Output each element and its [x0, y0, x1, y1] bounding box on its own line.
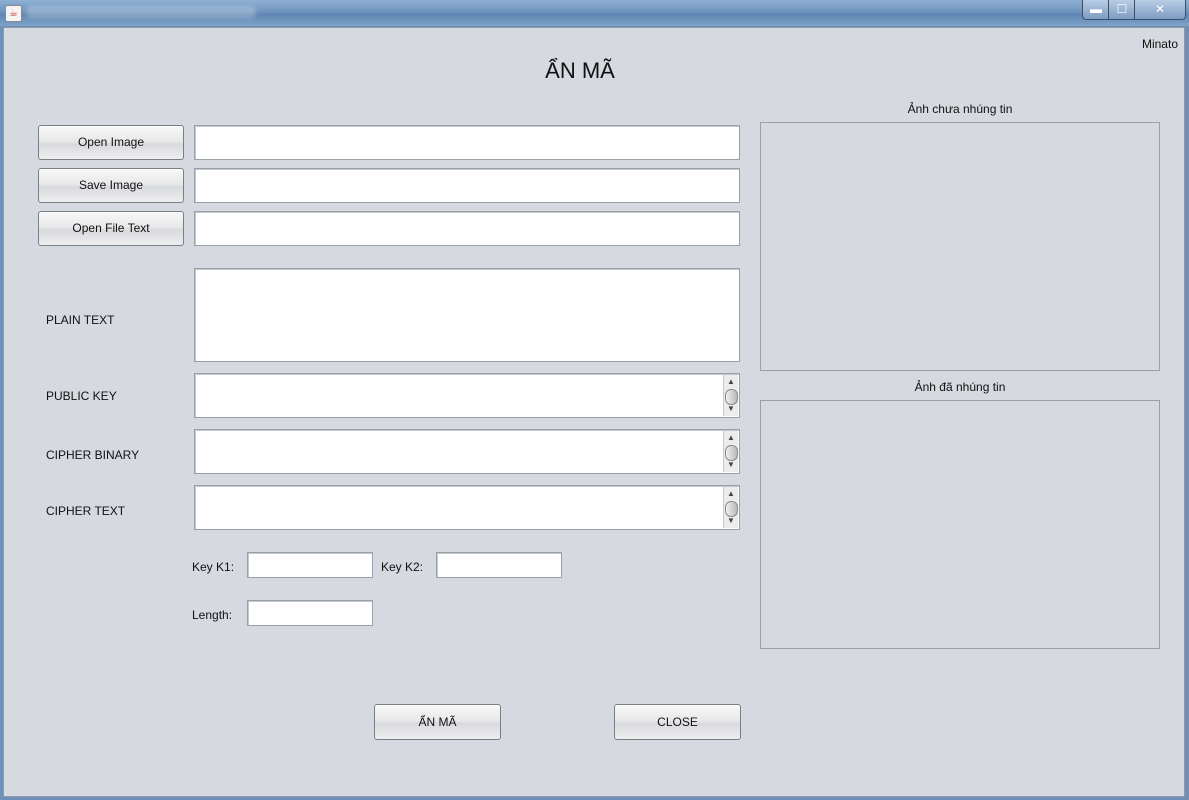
scroll-up-arrow-icon[interactable]: ▲	[724, 432, 738, 444]
key-k1-field[interactable]	[247, 552, 373, 578]
cipher-text-area[interactable]: ▲ ▼	[194, 485, 740, 530]
main-panel: Minato ẨN MÃ Open Image Save Image Open …	[3, 27, 1185, 797]
save-image-button[interactable]: Save Image	[38, 168, 184, 203]
author-label: Minato	[1141, 37, 1178, 51]
open-text-file-button[interactable]: Open File Text	[38, 211, 184, 246]
original-image-panel	[760, 122, 1160, 371]
embedded-image-panel	[760, 400, 1160, 649]
close-button[interactable]: CLOSE	[614, 704, 741, 740]
window-titlebar[interactable]: ☕ ▬ ☐ ✕	[0, 0, 1189, 26]
key-k1-label: Key K1:	[192, 560, 235, 574]
scroll-up-arrow-icon[interactable]: ▲	[724, 376, 738, 388]
cipher-text-scrollbar[interactable]: ▲ ▼	[723, 487, 738, 528]
open-image-path-field[interactable]	[194, 125, 740, 160]
cipher-text-label: CIPHER TEXT	[46, 504, 126, 518]
length-field[interactable]	[247, 600, 373, 626]
hide-code-button[interactable]: ẨN MÃ	[374, 704, 501, 740]
scroll-down-arrow-icon[interactable]: ▼	[724, 403, 738, 415]
public-key-scrollbar[interactable]: ▲ ▼	[723, 375, 738, 416]
minimize-button[interactable]: ▬	[1082, 0, 1110, 20]
cipher-binary-scrollbar[interactable]: ▲ ▼	[723, 431, 738, 472]
plain-text-label: PLAIN TEXT	[46, 313, 115, 327]
close-window-button[interactable]: ✕	[1134, 0, 1186, 20]
save-image-path-field[interactable]	[194, 168, 740, 203]
maximize-button[interactable]: ☐	[1108, 0, 1136, 20]
scroll-down-arrow-icon[interactable]: ▼	[724, 459, 738, 471]
public-key-label: PUBLIC KEY	[46, 389, 117, 403]
page-title: ẨN MÃ	[545, 58, 615, 83]
embedded-image-caption: Ảnh đã nhúng tin	[914, 380, 1006, 394]
key-k2-field[interactable]	[436, 552, 562, 578]
plain-text-area[interactable]	[194, 268, 740, 362]
cipher-binary-area[interactable]: ▲ ▼	[194, 429, 740, 474]
public-key-area[interactable]: ▲ ▼	[194, 373, 740, 418]
open-text-path-field[interactable]	[194, 211, 740, 246]
length-label: Length:	[192, 608, 233, 622]
original-image-caption: Ảnh chưa nhúng tin	[907, 102, 1013, 116]
open-image-button[interactable]: Open Image	[38, 125, 184, 160]
cipher-binary-label: CIPHER BINARY	[46, 448, 140, 462]
scroll-up-arrow-icon[interactable]: ▲	[724, 488, 738, 500]
java-app-icon[interactable]: ☕	[5, 5, 22, 22]
window-title-blurred	[26, 6, 256, 18]
scroll-down-arrow-icon[interactable]: ▼	[724, 515, 738, 527]
key-k2-label: Key K2:	[381, 560, 424, 574]
